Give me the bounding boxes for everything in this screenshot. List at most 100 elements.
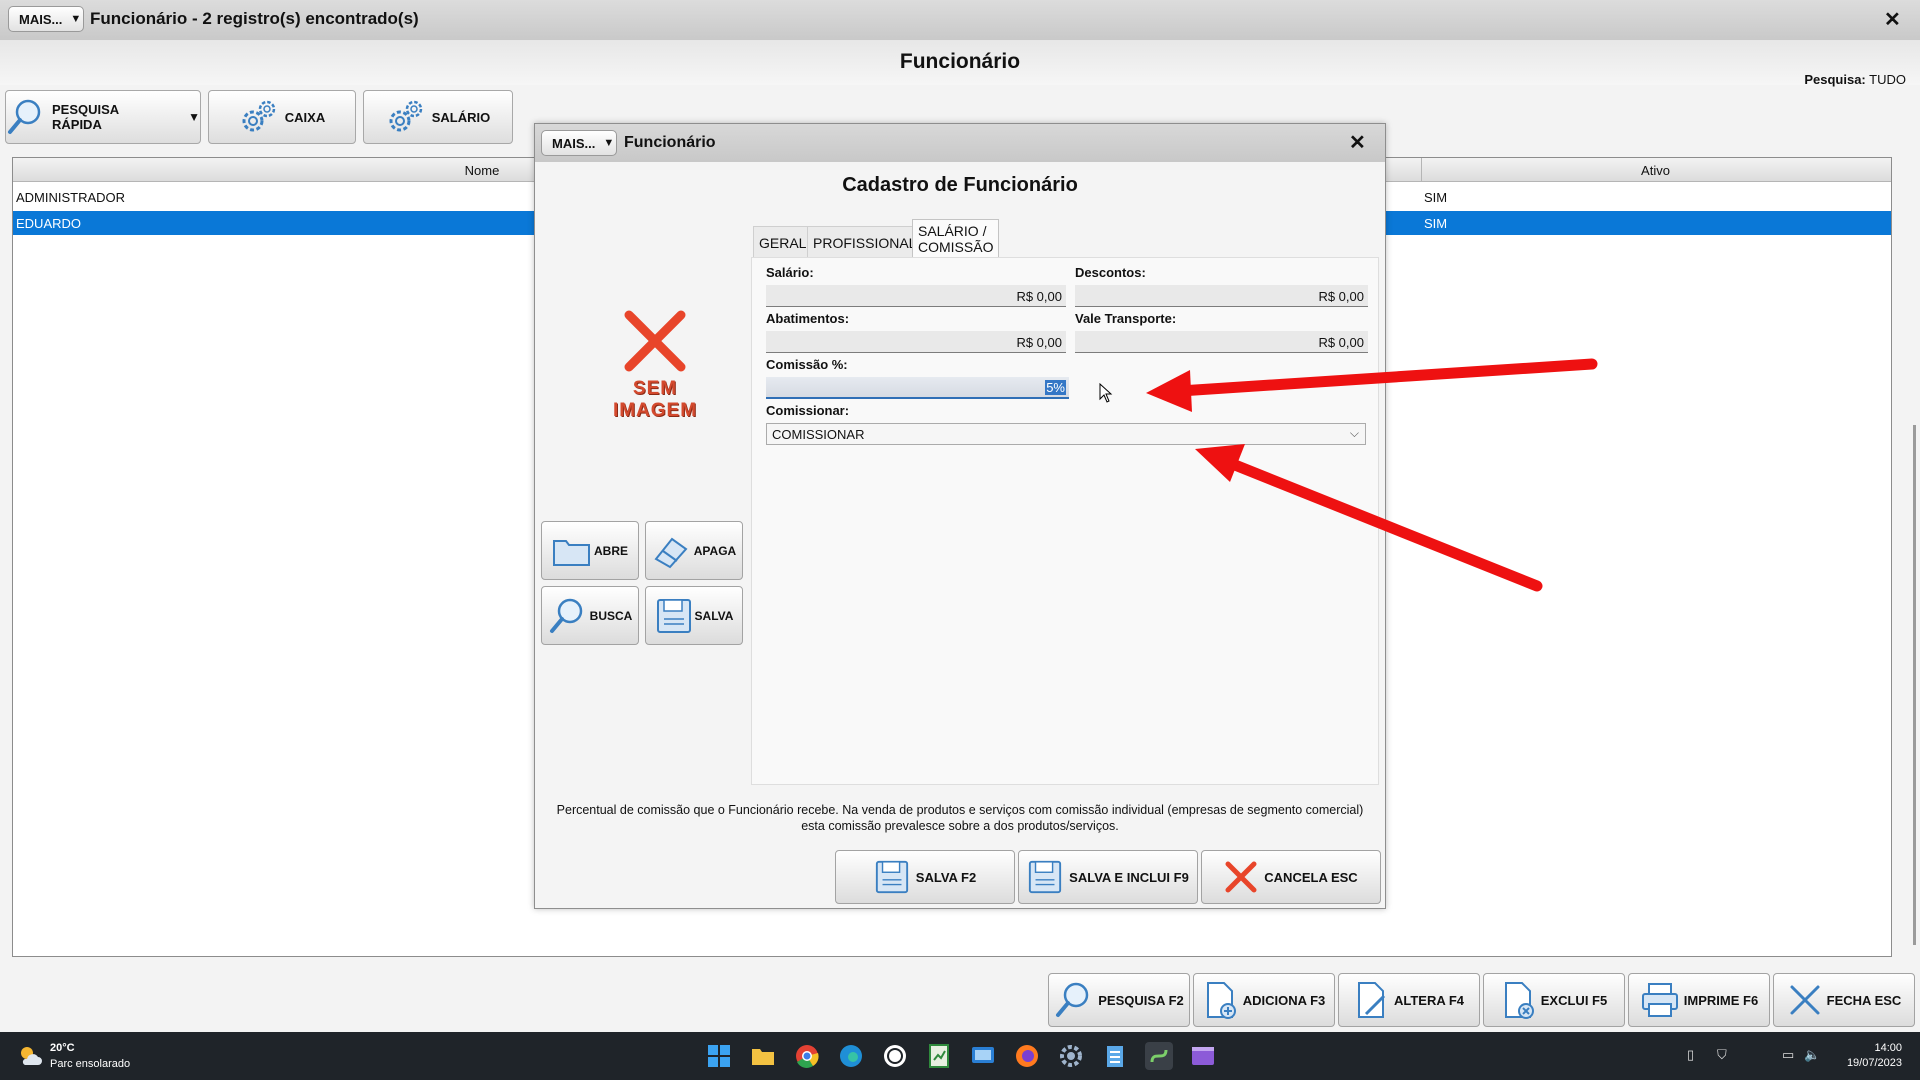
tab-panel: Salário: R$ 0,00 Descontos: R$ 0,00 Abat… [751,257,1379,785]
comissao-selected-text: 5% [1045,380,1066,395]
start-menu-icon[interactable] [705,1042,733,1070]
cancela-label: CANCELA ESC [1264,869,1358,885]
clock-date: 19/07/2023 [1846,1057,1902,1069]
settings-gear-icon[interactable] [1057,1042,1085,1070]
cadastro-dialog: MAIS... ▼ Funcionário ✕ Cadastro de Func… [534,123,1386,909]
salario-field[interactable]: R$ 0,00 [766,285,1066,307]
pesquisa-f2-button[interactable]: PESQUISA F2 [1048,973,1190,1027]
abre-button[interactable]: ABRE [541,521,639,580]
altera-f4-button[interactable]: ALTERA F4 [1338,973,1480,1027]
salario-label: Salário: [766,265,814,280]
weather-temperature: 20°C [50,1042,75,1054]
floppy-disk-icon [875,860,908,894]
salario-label: SALÁRIO [431,109,491,125]
security-shield-icon[interactable]: ⛉ [1717,1047,1727,1063]
vertical-scrollbar[interactable] [1913,425,1916,945]
descontos-field[interactable]: R$ 0,00 [1075,285,1368,307]
close-icon[interactable]: ✕ [1884,10,1901,30]
pesquisa-rapida-label: PESQUISA RÁPIDA [52,102,119,132]
pesquisa-label: Pesquisa: [1804,72,1866,87]
chrome-icon[interactable] [793,1042,821,1070]
dialog-close-icon[interactable]: ✕ [1349,133,1366,153]
tab-geral[interactable]: GERAL [753,226,813,258]
remote-app-icon[interactable] [969,1042,997,1070]
help-text: Percentual de comissão que o Funcionário… [535,802,1385,834]
salva-side-button[interactable]: SALVA [645,586,743,645]
close-icon [1790,985,1820,1015]
firefox-icon[interactable] [1013,1042,1041,1070]
cell-ativo: SIM [1424,216,1448,231]
comissionar-select[interactable]: COMISSIONAR ⌵ [766,423,1366,445]
floppy-disk-icon [1029,860,1062,894]
pesquisa-f2-label: PESQUISA F2 [1098,992,1184,1008]
caret-down-icon: ▼ [603,137,615,149]
help-text-line1: Percentual de comissão que o Funcionário… [556,803,1364,817]
salva-e-inclui-button[interactable]: SALVA E INCLUI F9 [1018,850,1198,904]
spreadsheet-app-icon[interactable] [925,1042,953,1070]
adiciona-f3-button[interactable]: ADICIONA F3 [1193,973,1335,1027]
magnifier-icon [8,99,41,134]
edge-icon[interactable] [837,1042,865,1070]
abatimentos-field[interactable]: R$ 0,00 [766,331,1066,353]
dialog-titlebar: MAIS... ▼ Funcionário ✕ [535,124,1385,162]
salva-label: SALVA [694,608,734,623]
magnifier-icon [1056,982,1089,1017]
tab-profissional[interactable]: PROFISSIONAL [807,226,923,258]
video-editor-icon[interactable] [1189,1042,1217,1070]
salva-f2-button[interactable]: SALVA F2 [835,850,1015,904]
dialog-title: Funcionário [624,134,716,151]
comissao-field[interactable]: 5% [766,377,1069,399]
salario-button[interactable]: SALÁRIO [363,90,513,144]
tab-salario-comissao[interactable]: SALÁRIO / COMISSÃO [912,219,1000,258]
printer-icon [1641,983,1678,1017]
apaga-button[interactable]: APAGA [645,521,743,580]
column-header-ativo[interactable]: Ativo [1421,158,1889,182]
file-explorer-icon[interactable] [749,1042,777,1070]
usb-icon[interactable]: ▯ [1687,1047,1694,1063]
comissionar-label: Comissionar: [766,403,850,418]
network-icon[interactable]: ▭ [1782,1047,1794,1063]
photo-placeholder: SEM IMAGEM [600,309,710,422]
cell-ativo: SIM [1424,190,1448,205]
add-document-icon [1206,982,1236,1019]
dialog-heading: Cadastro de Funcionário [842,174,1078,196]
windows-taskbar: 20°C Parc ensolarado ▯ ⛉ ▭ 🔈 14:00 19/07… [0,1032,1920,1080]
vale-transporte-field[interactable]: R$ 0,00 [1075,331,1368,353]
main-header: Funcionário Pesquisa: TUDO [0,40,1920,87]
erp-app-icon[interactable] [1145,1042,1173,1070]
page-title: Funcionário [899,50,1021,73]
main-titlebar: MAIS... ▼ Funcionário - 2 registro(s) en… [0,0,1920,40]
busca-button[interactable]: BUSCA [541,586,639,645]
system-clock[interactable]: 14:00 19/07/2023 [1847,1041,1902,1071]
weather-description: Parc ensolarado [50,1058,131,1070]
busca-label: BUSCA [589,608,633,623]
notepad-icon[interactable] [1101,1042,1129,1070]
red-x-icon [624,310,686,372]
edit-document-icon [1357,982,1386,1018]
pesquisa-rapida-button[interactable]: PESQUISA RÁPIDA ▼ [5,90,201,144]
exclui-f5-button[interactable]: EXCLUI F5 [1483,973,1625,1027]
whatsapp-icon[interactable] [881,1042,909,1070]
volume-icon[interactable]: 🔈 [1804,1047,1820,1063]
abre-label: ABRE [593,543,628,558]
mais-menu-button[interactable]: MAIS... ▼ [8,6,84,32]
descontos-label: Descontos: [1075,265,1146,280]
floppy-disk-icon [656,598,691,633]
imprime-f6-label: IMPRIME F6 [1683,992,1759,1008]
pesquisa-indicator: Pesquisa: TUDO [1804,72,1906,87]
cancela-button[interactable]: CANCELA ESC [1201,850,1381,904]
vale-transporte-label: Vale Transporte: [1075,311,1177,326]
caixa-button[interactable]: CAIXA [208,90,356,144]
comissao-label: Comissão %: [766,357,848,372]
altera-f4-label: ALTERA F4 [1393,992,1465,1008]
weather-icon[interactable] [17,1043,43,1069]
imprime-f6-button[interactable]: IMPRIME F6 [1628,973,1770,1027]
dialog-mais-button[interactable]: MAIS... ▼ [541,130,617,156]
magnifier-icon [549,598,582,633]
dropdown-caret-icon[interactable]: ▼ [188,110,200,124]
pesquisa-value: TUDO [1869,72,1906,87]
exclui-f5-label: EXCLUI F5 [1540,992,1608,1008]
fecha-esc-button[interactable]: FECHA ESC [1773,973,1915,1027]
mouse-cursor-icon [1099,383,1113,403]
cell-nome: EDUARDO [16,216,82,231]
